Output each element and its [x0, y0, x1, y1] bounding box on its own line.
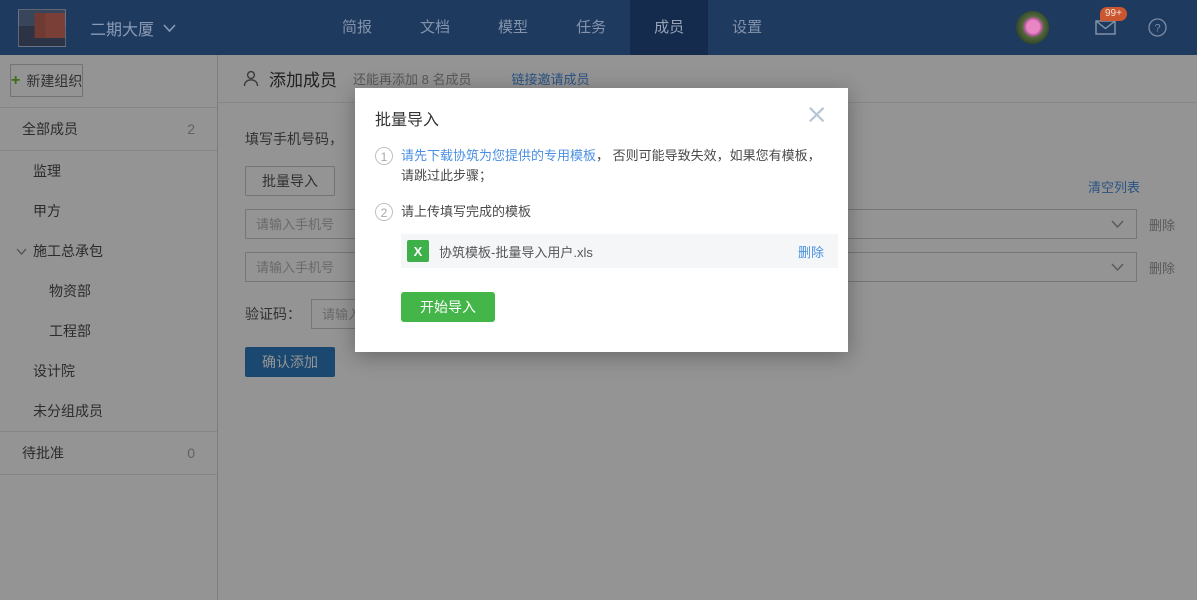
- user-avatar[interactable]: [1016, 11, 1049, 44]
- uploaded-file-name: 协筑模板-批量导入用户.xls: [439, 242, 593, 261]
- close-icon[interactable]: ×: [805, 104, 828, 126]
- modal-title: 批量导入: [375, 104, 439, 130]
- project-name: 二期大厦: [90, 16, 154, 40]
- start-import-button[interactable]: 开始导入: [401, 292, 495, 322]
- download-template-link[interactable]: 请先下载协筑为您提供的专用模板: [401, 148, 596, 163]
- page-body: + 新建组织 全部成员 2 监理 甲方 施工总承包 物资部 工程部 设计院: [0, 55, 1197, 600]
- step-number-badge: 2: [375, 203, 393, 221]
- uploaded-file-row: X 协筑模板-批量导入用户.xls 删除: [401, 234, 838, 268]
- nav-tab-members[interactable]: 成员: [630, 0, 708, 55]
- step-number-badge: 1: [375, 147, 393, 165]
- project-switcher[interactable]: 二期大厦: [90, 16, 176, 40]
- step-text: 请上传填写完成的模板: [401, 202, 821, 222]
- batch-import-modal: 批量导入 × 1 请先下载协筑为您提供的专用模板， 否则可能导致失效，如果您有模…: [355, 88, 848, 352]
- delete-file-link[interactable]: 删除: [798, 242, 824, 261]
- envelope-icon: [1095, 20, 1116, 35]
- step-text: 请先下载协筑为您提供的专用模板， 否则可能导致失效，如果您有模板，请跳过此步骤；: [401, 146, 821, 186]
- nav-tab-tasks[interactable]: 任务: [552, 0, 630, 55]
- help-button[interactable]: ?: [1148, 18, 1167, 37]
- navbar-right: 99+ ?: [1016, 11, 1167, 44]
- nav-tab-briefing[interactable]: 简报: [318, 0, 396, 55]
- chevron-down-icon: [163, 24, 176, 32]
- top-navbar: 二期大厦 简报 文档 模型 任务 成员 设置 99+ ?: [0, 0, 1197, 55]
- excel-file-icon: X: [407, 240, 429, 262]
- main-nav: 简报 文档 模型 任务 成员 设置: [318, 0, 786, 55]
- messages-button[interactable]: 99+: [1095, 20, 1116, 35]
- project-thumbnail-image[interactable]: [18, 9, 66, 47]
- nav-tab-models[interactable]: 模型: [474, 0, 552, 55]
- nav-tab-documents[interactable]: 文档: [396, 0, 474, 55]
- svg-text:?: ?: [1154, 23, 1160, 35]
- step-download-template: 1 请先下载协筑为您提供的专用模板， 否则可能导致失效，如果您有模板，请跳过此步…: [375, 146, 828, 186]
- step-upload-template: 2 请上传填写完成的模板: [375, 202, 828, 222]
- unread-count-badge: 99+: [1100, 7, 1127, 21]
- nav-tab-settings[interactable]: 设置: [708, 0, 786, 55]
- modal-header: 批量导入 ×: [375, 104, 828, 130]
- question-mark-icon: ?: [1148, 18, 1167, 37]
